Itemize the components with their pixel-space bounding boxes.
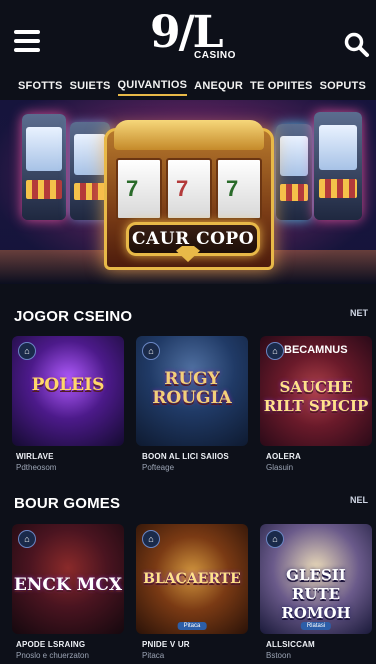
game-card-pill: Rlatasi [300, 622, 332, 630]
app-header: 9/L CASINO [0, 0, 376, 72]
slot-machine-right-1 [276, 124, 312, 220]
game-card-enck-mcx[interactable]: ⌂ ENCK MCX [12, 524, 124, 634]
game-card-title: BOON AL LICI SAIIOS [142, 452, 229, 461]
game-card-poleis[interactable]: ⌂ POLEIS [12, 336, 124, 446]
game-card-art-text: GLESII RUTE ROMOH [281, 566, 351, 622]
home-icon: ⌂ [142, 342, 160, 360]
game-card-title: WIRLAVE [16, 452, 54, 461]
game-card-title: APODE LSRAING [16, 640, 86, 649]
nav-item-sfotts[interactable]: SFOTTS [18, 80, 63, 95]
game-card-title: AOLERA [266, 452, 301, 461]
game-card-provider: Bstoon [266, 651, 291, 660]
game-card-art-text: BLACAERTE [143, 571, 241, 587]
home-icon: ⌂ [18, 530, 36, 548]
game-card-art-text: SAUCHE RILT SPICIP [263, 378, 369, 415]
home-icon: ⌂ [266, 530, 284, 548]
game-card-top-text: BECAMNUS [284, 344, 348, 356]
slot-machine-left-1 [22, 114, 66, 220]
game-card-rugy-rougia[interactable]: ⌂ RUGY ROUGIA [136, 336, 248, 446]
logo-subtitle: CASINO [194, 50, 236, 61]
nav-item-te-opiites[interactable]: TE OPIITES [250, 80, 313, 95]
game-card-provider: Glasuin [266, 463, 294, 472]
game-card-art-text: ENCK MCX [13, 575, 123, 595]
game-card-art-text: POLEIS [31, 375, 105, 395]
section-more-link[interactable]: NEL [350, 495, 368, 505]
slot-machine-right-2 [314, 112, 362, 220]
game-card-art-text: RUGY ROUGIA [152, 369, 232, 408]
section-more-link[interactable]: NET [350, 308, 368, 318]
search-icon[interactable] [344, 32, 370, 58]
nav-item-soputs[interactable]: SOPUTS [320, 80, 366, 95]
home-icon: ⌂ [142, 530, 160, 548]
nav-item-anequr[interactable]: ANEQUR [194, 80, 243, 95]
home-icon: ⌂ [18, 342, 36, 360]
casino-logo[interactable]: 9/L CASINO [150, 10, 236, 62]
game-card-title: ALLSICCAM [266, 640, 315, 649]
game-card-sauche-rilt-spicip[interactable]: ⌂ BECAMNUS SAUCHE RILT SPICIP [260, 336, 372, 446]
game-card-provider: Pitaca [142, 651, 165, 660]
section-title-jogor-cseino: JOGOR CSEINO [14, 308, 133, 325]
hamburger-menu-icon[interactable] [14, 30, 40, 52]
game-card-pill: Pitaca [177, 622, 207, 630]
game-card-provider: Pdtheosom [16, 463, 57, 472]
game-card-title: PNIDE V UR [142, 640, 190, 649]
nav-item-suiets[interactable]: SUIETS [70, 80, 111, 95]
section-title-bour-gomes: BOUR GOMES [14, 495, 121, 512]
game-card-blacaerte[interactable]: ⌂ BLACAERTE Pitaca [136, 524, 248, 634]
nav-item-quivantios[interactable]: QUIVANTIOS [117, 79, 188, 96]
category-nav: SFOTTS SUIETS QUIVANTIOS ANEQUR TE OPIIT… [0, 76, 376, 98]
game-card-provider: Pnoslo e chuerzaton [16, 651, 89, 660]
home-icon: ⌂ [266, 342, 284, 360]
game-card-provider: Pofteage [142, 463, 175, 472]
game-card-glesii-rute-romoh[interactable]: ⌂ GLESII RUTE ROMOH Rlatasi [260, 524, 372, 634]
